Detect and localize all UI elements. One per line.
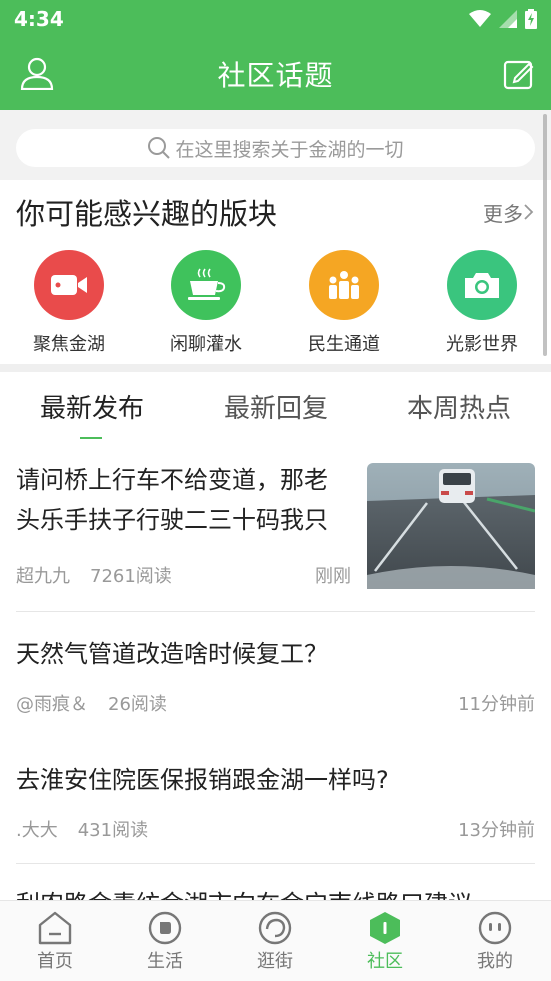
video-camera-icon xyxy=(34,250,104,320)
home-icon xyxy=(38,911,72,945)
bottom-navigation: 首页 生活 逛街 社区 我的 xyxy=(0,900,551,981)
divider xyxy=(16,863,535,864)
status-icons xyxy=(469,9,537,29)
post-title: 请问桥上行车不给变道，那老头乐手扶子行驶二三十码我只能跟着？ xyxy=(16,466,328,534)
feed-tabs: 最新发布 最新回复 本周热点 xyxy=(0,372,551,444)
post-feed[interactable]: 请问桥上行车不给变道，那老头乐手扶子行驶二三十码我只能跟着？ 超九九 7261阅读… xyxy=(0,444,551,900)
search-input[interactable]: 在这里搜索关于金湖的一切 xyxy=(16,129,535,167)
nav-profile[interactable]: 我的 xyxy=(440,911,550,973)
life-icon xyxy=(148,911,182,945)
tab-latest-replies[interactable]: 最新回复 xyxy=(184,388,368,425)
category-label: 闲聊灌水 xyxy=(170,334,242,355)
section-gap xyxy=(0,364,551,372)
nav-shopping[interactable]: 逛街 xyxy=(220,911,330,973)
search-icon xyxy=(148,137,171,159)
search-placeholder: 在这里搜索关于金湖的一切 xyxy=(175,138,404,161)
category-item-photo[interactable]: 光影世界 xyxy=(422,250,542,360)
divider xyxy=(16,611,535,612)
signal-icon xyxy=(499,10,517,28)
post-author: @雨痕＆ xyxy=(16,694,88,715)
post-meta: 超九九 7261阅读 xyxy=(16,562,172,588)
tab-latest-posts[interactable]: 最新发布 xyxy=(0,388,184,425)
status-bar: 4:34 xyxy=(0,0,551,38)
community-icon xyxy=(370,912,400,944)
post-author: 超九九 xyxy=(16,566,70,587)
status-time: 4:34 xyxy=(14,7,64,31)
section-title: 你可能感兴趣的版块 xyxy=(16,197,278,231)
scrollbar-thumb[interactable] xyxy=(543,114,547,356)
shopping-icon xyxy=(258,911,292,945)
wifi-icon xyxy=(469,10,491,27)
post-time: 刚刚 xyxy=(315,566,351,587)
post-time: 13分钟前 xyxy=(458,820,535,841)
category-label: 光影世界 xyxy=(446,334,518,355)
compose-icon[interactable] xyxy=(503,58,535,90)
nav-label: 生活 xyxy=(147,951,183,972)
post-meta: @雨痕＆ 26阅读 xyxy=(16,690,167,716)
interest-section: 你可能感兴趣的版块 更多 聚焦金湖 闲聊灌水 民生通道 光影世界 xyxy=(0,180,551,364)
profile-face-icon xyxy=(478,911,512,945)
coffee-cup-icon xyxy=(171,250,241,320)
nav-home[interactable]: 首页 xyxy=(0,911,110,973)
post-views: 26阅读 xyxy=(108,694,167,715)
user-profile-icon[interactable] xyxy=(20,56,54,90)
nav-label: 逛街 xyxy=(257,951,293,972)
category-item-chat[interactable]: 闲聊灌水 xyxy=(146,250,266,360)
nav-label: 社区 xyxy=(367,951,403,972)
nav-label: 我的 xyxy=(477,951,513,972)
app-bar: 社区话题 xyxy=(0,38,551,110)
post-views: 7261阅读 xyxy=(90,566,172,587)
category-label: 民生通道 xyxy=(308,334,380,355)
post-views: 431阅读 xyxy=(77,820,149,841)
screen: 4:34 社区话题 在这里搜索关于金湖的一切 你可能感兴趣的版块 更多 聚焦金湖… xyxy=(0,0,551,981)
page-title: 社区话题 xyxy=(217,59,334,92)
tab-weekly-hot[interactable]: 本周热点 xyxy=(367,388,551,425)
category-item-livelihood[interactable]: 民生通道 xyxy=(284,250,404,360)
post-title: 去淮安住院医保报销跟金湖一样吗? xyxy=(16,766,389,794)
category-label: 聚焦金湖 xyxy=(33,334,105,355)
post-meta: .大大 431阅读 xyxy=(16,816,148,842)
category-row: 聚焦金湖 闲聊灌水 民生通道 光影世界 xyxy=(0,250,551,360)
post-thumbnail-image xyxy=(367,463,535,589)
more-link[interactable]: 更多 xyxy=(483,198,535,227)
post-title: 利农路金素纺金湖市向在金宁南线路口建议 xyxy=(16,884,535,900)
post-item[interactable]: 天然气管道改造啥时候复工？ @雨痕＆ 26阅读 11分钟前 xyxy=(16,634,535,724)
battery-charging-icon xyxy=(525,9,537,29)
chevron-right-icon xyxy=(524,204,534,220)
people-group-icon xyxy=(309,250,379,320)
post-item[interactable]: 利农路金素纺金湖市向在金宁南线路口建议 xyxy=(16,884,535,900)
more-label: 更多 xyxy=(483,201,523,226)
post-title: 天然气管道改造啥时候复工？ xyxy=(16,640,328,668)
post-time: 11分钟前 xyxy=(458,694,535,715)
nav-label: 首页 xyxy=(37,951,73,972)
post-author: .大大 xyxy=(16,820,58,841)
search-area: 在这里搜索关于金湖的一切 xyxy=(0,110,551,180)
post-item[interactable]: 请问桥上行车不给变道，那老头乐手扶子行驶二三十码我只能跟着？ 超九九 7261阅读… xyxy=(16,460,535,589)
section-header: 你可能感兴趣的版块 更多 xyxy=(16,192,535,232)
category-item-focus[interactable]: 聚焦金湖 xyxy=(9,250,129,360)
post-item[interactable]: 去淮安住院医保报销跟金湖一样吗? .大大 431阅读 13分钟前 xyxy=(16,760,535,850)
nav-life[interactable]: 生活 xyxy=(110,911,220,973)
nav-community[interactable]: 社区 xyxy=(330,911,440,973)
tab-indicator xyxy=(80,437,102,439)
camera-icon xyxy=(447,250,517,320)
